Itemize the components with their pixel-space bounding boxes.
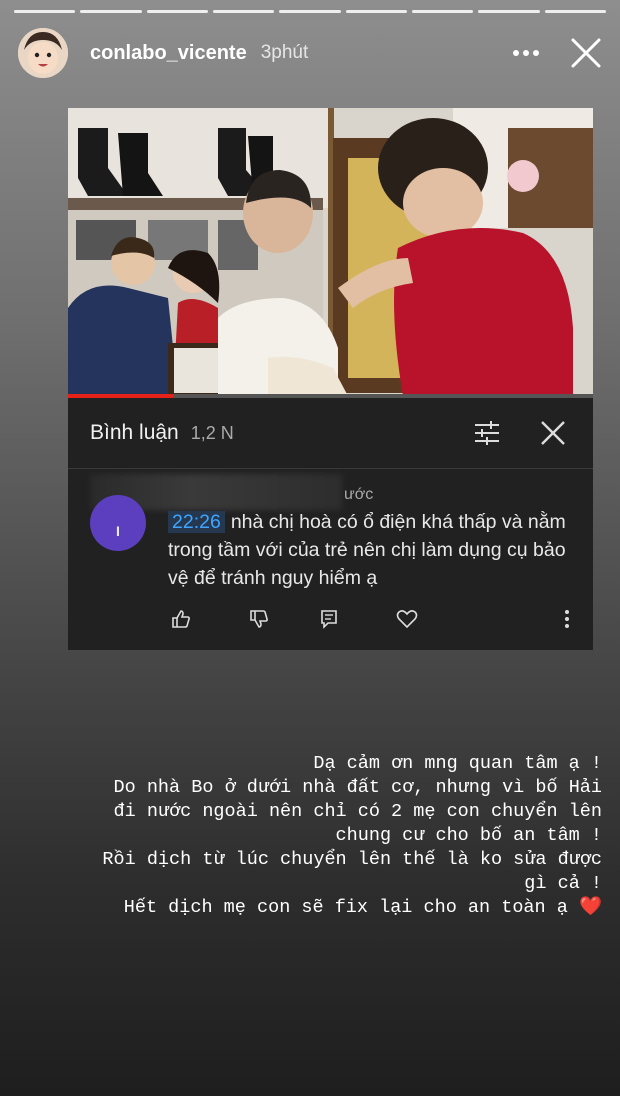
more-vertical-icon[interactable] bbox=[554, 606, 580, 632]
progress-segment bbox=[80, 10, 142, 13]
heart-icon[interactable] bbox=[394, 606, 420, 632]
comment-timestamp-link[interactable]: 22:26 bbox=[168, 511, 225, 533]
comment-text: 22:26 nhà chị hoà có ổ điện khá thấp và n… bbox=[168, 508, 578, 592]
comments-header: Bình luận 1,2 N bbox=[68, 398, 593, 469]
story-header: conlabo_vicente 3phút bbox=[18, 22, 606, 84]
progress-segment bbox=[411, 10, 474, 13]
heart-emoji-icon: ❤️ bbox=[578, 897, 602, 918]
comment-avatar[interactable]: I bbox=[90, 495, 146, 551]
avatar[interactable] bbox=[18, 28, 68, 78]
comment-meta: ước bbox=[344, 486, 374, 503]
caption-line: Hết dịch mẹ con sẽ fix lại cho an toàn ạ bbox=[123, 897, 568, 918]
close-comments-icon[interactable] bbox=[537, 417, 569, 449]
progress-segment bbox=[478, 10, 540, 13]
username[interactable]: conlabo_vicente bbox=[90, 42, 247, 65]
story-progress-bar bbox=[14, 10, 606, 13]
caption-line: gì cả ! bbox=[524, 873, 602, 894]
progress-segment bbox=[345, 10, 407, 13]
dislike-icon[interactable] bbox=[246, 606, 272, 632]
caption-line: Rồi dịch từ lúc chuyển lên thế là ko sửa… bbox=[102, 849, 602, 870]
story-caption: Dạ cảm ơn mng quan tâm ạ ! Do nhà Bo ở d… bbox=[18, 752, 602, 920]
more-options-icon[interactable] bbox=[506, 38, 546, 68]
caption-line: chung cư cho bố an tâm ! bbox=[335, 825, 602, 846]
filter-icon[interactable] bbox=[471, 417, 503, 449]
caption-line: đi nước ngoài nên chỉ có 2 mẹ con chuyển… bbox=[113, 801, 602, 822]
comments-title: Bình luận bbox=[90, 421, 179, 444]
like-icon[interactable] bbox=[168, 606, 194, 632]
post-time: 3phút bbox=[260, 42, 309, 63]
progress-segment bbox=[279, 10, 341, 13]
comments-count: 1,2 N bbox=[190, 422, 234, 443]
progress-segment bbox=[146, 10, 208, 13]
avatar-letter: I bbox=[116, 523, 120, 539]
progress-segment bbox=[212, 10, 275, 13]
comment-body: nhà chị hoà có ổ điện khá thấp và nằm tr… bbox=[168, 511, 566, 589]
comment-actions bbox=[168, 606, 588, 636]
caption-line: Do nhà Bo ở dưới nhà đất cơ, nhưng vì bố… bbox=[113, 777, 602, 798]
youtube-screenshot-card: Bình luận 1,2 N I ước 22:26 nhà chị hoà c… bbox=[68, 108, 593, 650]
progress-segment bbox=[544, 10, 606, 13]
close-icon[interactable] bbox=[566, 33, 606, 73]
comment-item: I ước 22:26 nhà chị hoà có ổ điện khá thấ… bbox=[68, 470, 593, 650]
caption-line: Dạ cảm ơn mng quan tâm ạ ! bbox=[313, 753, 602, 774]
reply-icon[interactable] bbox=[316, 606, 342, 632]
progress-segment bbox=[14, 10, 76, 13]
video-frame[interactable] bbox=[68, 108, 593, 396]
